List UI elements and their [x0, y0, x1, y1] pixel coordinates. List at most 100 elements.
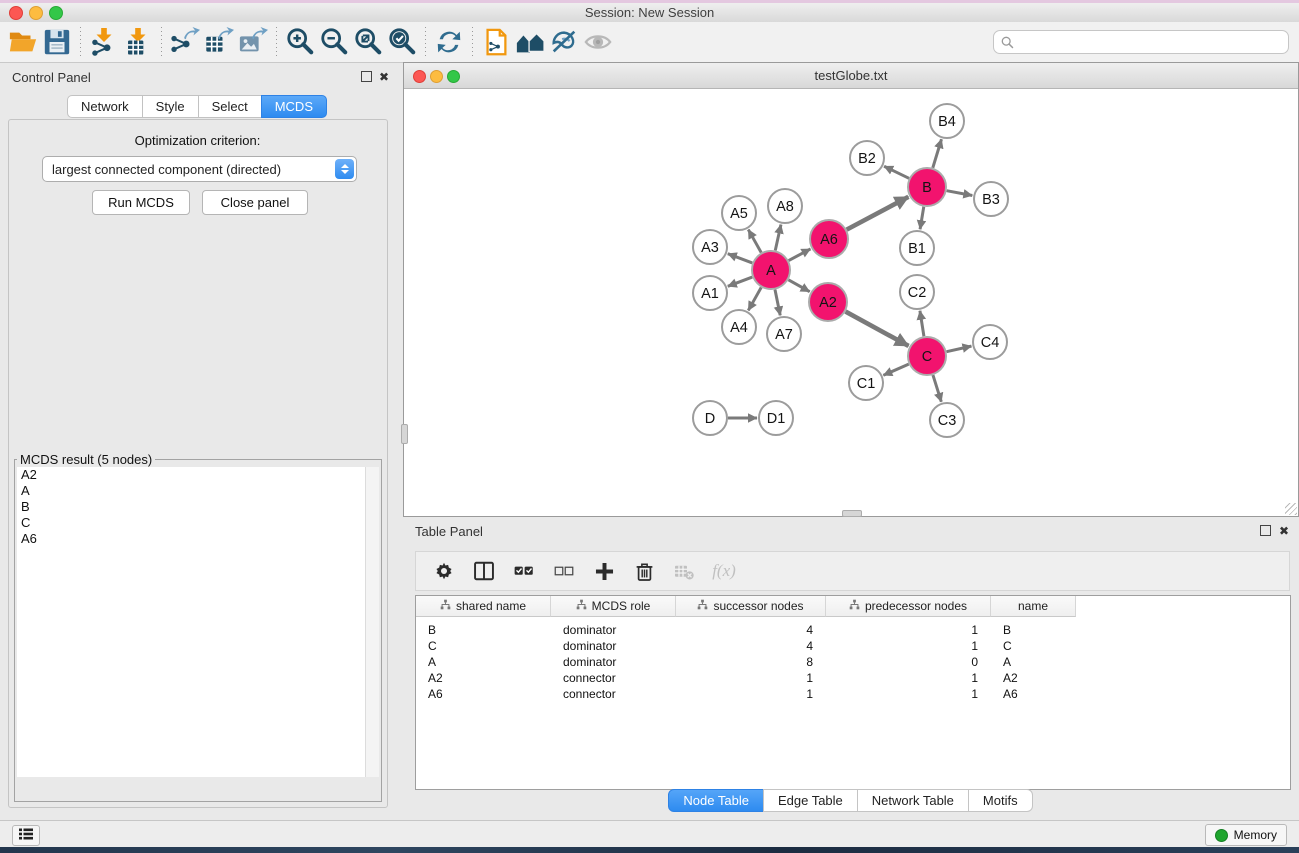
graph-node-B2[interactable]: B2: [850, 141, 884, 175]
zoom-in-icon[interactable]: [283, 25, 317, 59]
graph-node-A8[interactable]: A8: [768, 189, 802, 223]
table-panel-close-button[interactable]: ✖: [1277, 525, 1291, 539]
export-image-icon[interactable]: [236, 25, 270, 59]
optimization-criterion-select[interactable]: largest connected component (directed): [42, 156, 357, 182]
column-header-predecessor-nodes[interactable]: predecessor nodes: [826, 596, 991, 617]
run-mcds-button[interactable]: Run MCDS: [92, 190, 190, 215]
tab-network[interactable]: Network: [67, 95, 143, 118]
graph-edge-A-A3[interactable]: [728, 254, 753, 263]
graph-edge-C-C3[interactable]: [933, 375, 941, 402]
import-table-icon[interactable]: [121, 25, 155, 59]
tab-network-table[interactable]: Network Table: [857, 789, 969, 812]
graph-edge-A-A5[interactable]: [748, 230, 761, 253]
graph-node-C2[interactable]: C2: [900, 275, 934, 309]
table-cell[interactable]: A6: [991, 686, 1076, 702]
delete-icon[interactable]: [624, 554, 664, 588]
graph-edge-A-A6[interactable]: [789, 249, 811, 261]
graph-edge-A-A8[interactable]: [775, 225, 781, 251]
column-header-successor-nodes[interactable]: successor nodes: [676, 596, 826, 617]
control-panel-float-button[interactable]: [359, 71, 373, 85]
column-header-name[interactable]: name: [991, 596, 1076, 617]
table-cell[interactable]: 0: [826, 654, 991, 670]
mcds-result-item[interactable]: A6: [17, 531, 379, 547]
resize-grip-icon[interactable]: [1285, 503, 1297, 515]
graph-node-B3[interactable]: B3: [974, 182, 1008, 216]
close-panel-button[interactable]: Close panel: [202, 190, 308, 215]
table-cell[interactable]: 1: [826, 622, 991, 638]
table-cell[interactable]: 1: [826, 686, 991, 702]
task-history-button[interactable]: [12, 825, 40, 846]
tab-node-table[interactable]: Node Table: [668, 789, 764, 812]
graph-node-C[interactable]: C: [908, 337, 946, 375]
splitter-handle-left[interactable]: [401, 424, 408, 444]
import-network-icon[interactable]: [87, 25, 121, 59]
table-panel-float-button[interactable]: [1258, 525, 1272, 539]
graph-node-A1[interactable]: A1: [693, 276, 727, 310]
mcds-result-item[interactable]: C: [17, 515, 379, 531]
zoom-fit-icon[interactable]: [351, 25, 385, 59]
table-cell[interactable]: 4: [676, 638, 826, 654]
settings-gear-icon[interactable]: [424, 554, 464, 588]
graph-node-C4[interactable]: C4: [973, 325, 1007, 359]
zoom-selected-icon[interactable]: [385, 25, 419, 59]
open-file-icon[interactable]: [6, 25, 40, 59]
network-window-titlebar[interactable]: testGlobe.txt: [404, 63, 1298, 89]
columns-icon[interactable]: [464, 554, 504, 588]
table-cell[interactable]: 4: [676, 622, 826, 638]
table-cell[interactable]: C: [991, 638, 1076, 654]
export-network-icon[interactable]: [168, 25, 202, 59]
refresh-icon[interactable]: [432, 25, 466, 59]
graph-node-A4[interactable]: A4: [722, 310, 756, 344]
graph-node-B1[interactable]: B1: [900, 231, 934, 265]
eye-icon[interactable]: [581, 25, 615, 59]
bird-slash-icon[interactable]: [547, 25, 581, 59]
table-cell[interactable]: 8: [676, 654, 826, 670]
mcds-list-scrollbar[interactable]: [365, 467, 379, 777]
graph-edge-A-A2[interactable]: [788, 280, 809, 292]
graph-edge-C-C4[interactable]: [947, 346, 972, 352]
graph-node-A6[interactable]: A6: [810, 220, 848, 258]
select-all-icon[interactable]: [504, 554, 544, 588]
graph-node-A3[interactable]: A3: [693, 230, 727, 264]
graph-node-A2[interactable]: A2: [809, 283, 847, 321]
tab-motifs[interactable]: Motifs: [968, 789, 1033, 812]
table-cell[interactable]: A: [991, 654, 1076, 670]
graph-edge-C-C1[interactable]: [883, 364, 908, 375]
graph-node-A[interactable]: A: [752, 251, 790, 289]
graph-node-D[interactable]: D: [693, 401, 727, 435]
graph-node-C3[interactable]: C3: [930, 403, 964, 437]
table-cell[interactable]: dominator: [551, 638, 676, 654]
graph-edge-B-B4[interactable]: [933, 139, 942, 168]
table-cell[interactable]: C: [416, 638, 551, 654]
mcds-result-item[interactable]: B: [17, 499, 379, 515]
graph-edge-A-A1[interactable]: [728, 277, 753, 286]
graph-edge-A6-B[interactable]: [847, 197, 909, 230]
tab-style[interactable]: Style: [142, 95, 199, 118]
delete-table-icon[interactable]: [664, 554, 704, 588]
table-cell[interactable]: 1: [676, 686, 826, 702]
network-document-icon[interactable]: [479, 25, 513, 59]
graph-node-C1[interactable]: C1: [849, 366, 883, 400]
table-cell[interactable]: connector: [551, 670, 676, 686]
tab-select[interactable]: Select: [198, 95, 262, 118]
table-cell[interactable]: 1: [826, 670, 991, 686]
table-cell[interactable]: 1: [676, 670, 826, 686]
graph-edge-A-A4[interactable]: [748, 287, 761, 310]
table-cell[interactable]: 1: [826, 638, 991, 654]
table-cell[interactable]: A6: [416, 686, 551, 702]
tab-edge-table[interactable]: Edge Table: [763, 789, 858, 812]
mcds-result-item[interactable]: A2: [17, 467, 379, 483]
zoom-out-icon[interactable]: [317, 25, 351, 59]
houses-icon[interactable]: [513, 25, 547, 59]
column-header-MCDS-role[interactable]: MCDS role: [551, 596, 676, 617]
network-graph-canvas[interactable]: B4B2BB3A8A5A6A3B1AA1C2A2A4A7C4CC1C3DD1: [404, 89, 1296, 515]
table-cell[interactable]: B: [991, 622, 1076, 638]
graph-node-B[interactable]: B: [908, 168, 946, 206]
table-cell[interactable]: A2: [416, 670, 551, 686]
add-icon[interactable]: [584, 554, 624, 588]
graph-node-D1[interactable]: D1: [759, 401, 793, 435]
graph-edge-B-B3[interactable]: [947, 191, 973, 196]
graph-edge-B-B1[interactable]: [920, 207, 924, 230]
mcds-result-item[interactable]: A: [17, 483, 379, 499]
column-header-shared-name[interactable]: shared name: [416, 596, 551, 617]
